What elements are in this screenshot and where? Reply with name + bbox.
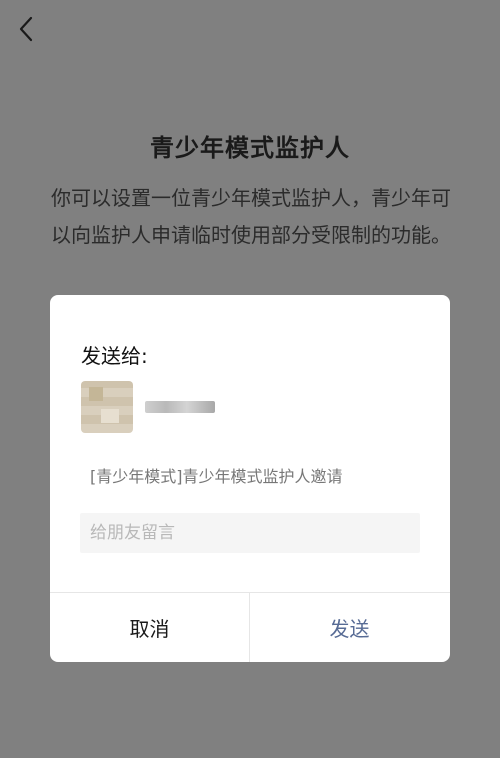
avatar bbox=[81, 381, 133, 433]
recipient bbox=[81, 381, 215, 433]
message-input[interactable] bbox=[80, 513, 420, 553]
share-title: [青少年模式]青少年模式监护人邀请 bbox=[90, 467, 343, 486]
page-title: 青少年模式监护人 bbox=[150, 134, 350, 162]
share-dialog: 发送给: [青少年模式]青少年模式监护人邀请 取消 发送 bbox=[50, 295, 450, 662]
cancel-button[interactable]: 取消 bbox=[50, 593, 249, 662]
recipient-name-blurred bbox=[145, 401, 215, 413]
page-description: 你可以设置一位青少年模式监护人，青少年可以向监护人申请临时使用部分受限制的功能。 bbox=[51, 186, 451, 247]
send-to-label: 发送给: bbox=[81, 344, 148, 368]
chevron-left-icon bbox=[19, 16, 33, 42]
send-button[interactable]: 发送 bbox=[250, 593, 449, 662]
back-button[interactable] bbox=[12, 14, 40, 44]
